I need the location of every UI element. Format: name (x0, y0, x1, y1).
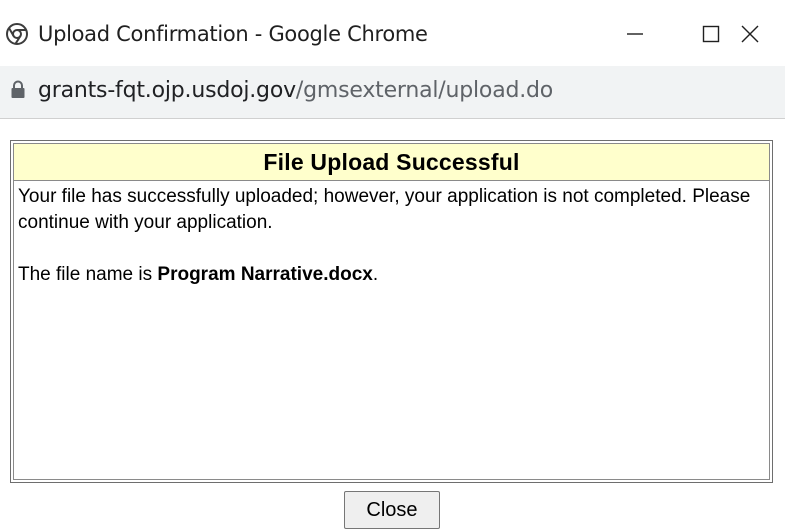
panel-body: Your file has successfully uploaded; how… (18, 184, 765, 288)
panel-inner: File Upload Successful Your file has suc… (13, 143, 770, 480)
window-close-button[interactable] (720, 14, 780, 54)
file-name-line: The file name is Program Narrative.docx. (18, 262, 765, 288)
url-text[interactable]: grants-fqt.ojp.usdoj.gov/gmsexternal/upl… (38, 76, 553, 106)
panel-heading: File Upload Successful (263, 148, 520, 175)
minimize-button[interactable] (605, 14, 665, 54)
file-line-suffix: . (372, 264, 379, 285)
file-name: Program Narrative.docx (157, 264, 373, 285)
url-domain: grants-fqt.ojp.usdoj.gov (38, 78, 296, 103)
close-button[interactable]: Close (344, 491, 440, 529)
file-line-prefix: The file name is (18, 264, 158, 285)
minimize-icon (625, 24, 645, 44)
window-title: Upload Confirmation - Google Chrome (38, 22, 428, 46)
address-bar[interactable]: grants-fqt.ojp.usdoj.gov/gmsexternal/upl… (0, 66, 785, 119)
maximize-icon (701, 24, 721, 44)
lock-icon[interactable] (10, 80, 26, 100)
window-title-bar: Upload Confirmation - Google Chrome (0, 0, 785, 66)
panel-header: File Upload Successful (14, 144, 769, 181)
chrome-icon (6, 23, 28, 45)
url-path: /gmsexternal/upload.do (295, 78, 554, 103)
upload-confirmation-panel: File Upload Successful Your file has suc… (10, 140, 773, 483)
close-icon (740, 24, 760, 44)
upload-message: Your file has successfully uploaded; how… (18, 186, 751, 233)
